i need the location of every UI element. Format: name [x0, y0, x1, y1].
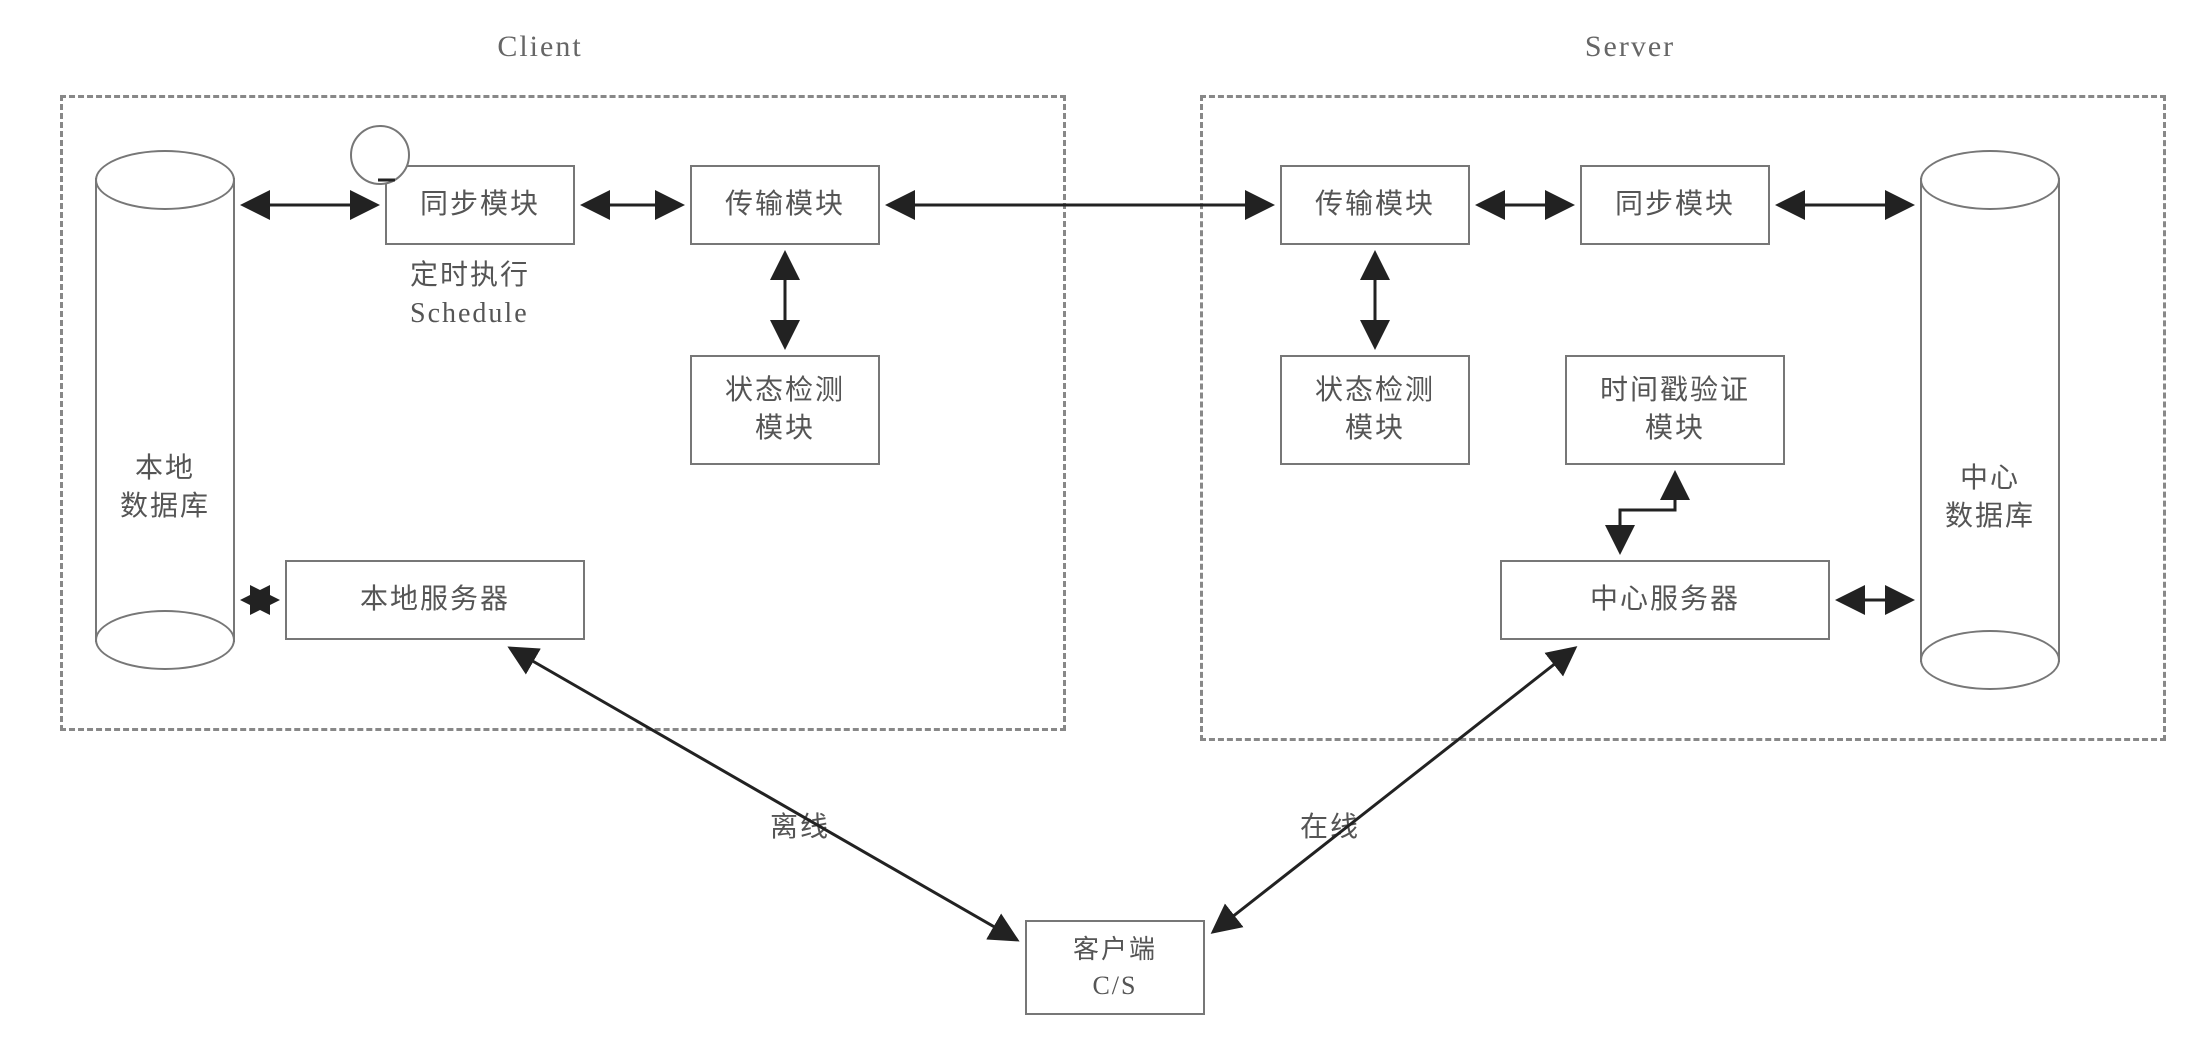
server-sync-label: 同步模块 [1615, 186, 1735, 224]
server-timestamp-label: 时间戳验证模块 [1600, 372, 1750, 448]
server-transport-label: 传输模块 [1315, 186, 1435, 224]
title-client: Client [440, 30, 640, 64]
server-status-label: 状态检测模块 [1315, 372, 1435, 448]
bottom-cs-label: C/S [1073, 968, 1157, 1003]
server-center-label: 中心服务器 [1590, 581, 1740, 619]
schedule-circle-icon [350, 125, 410, 185]
title-server: Server [1530, 30, 1730, 64]
server-db-cylinder: 中心数据库 [1920, 150, 2060, 690]
client-db-label: 本地数据库 [95, 450, 235, 526]
server-sync-box: 同步模块 [1580, 165, 1770, 245]
client-local-server-label: 本地服务器 [360, 581, 510, 619]
client-status-box: 状态检测模块 [690, 355, 880, 465]
diagram-canvas: Client Server 本地数据库 同步模块 定时执行 Schedule 传… [0, 0, 2209, 1053]
client-sync-box: 同步模块 [385, 165, 575, 245]
client-transport-label: 传输模块 [725, 186, 845, 224]
client-transport-box: 传输模块 [690, 165, 880, 245]
server-center-box: 中心服务器 [1500, 560, 1830, 640]
schedule-label-cn: 定时执行 [410, 258, 530, 294]
server-timestamp-box: 时间戳验证模块 [1565, 355, 1785, 465]
server-db-label: 中心数据库 [1920, 460, 2060, 536]
client-status-label: 状态检测模块 [725, 372, 845, 448]
bottom-client-label: 客户端 [1073, 932, 1157, 967]
client-local-server-box: 本地服务器 [285, 560, 585, 640]
schedule-label-en: Schedule [410, 296, 529, 332]
client-db-cylinder: 本地数据库 [95, 150, 235, 670]
bottom-client-box: 客户端 C/S [1025, 920, 1205, 1015]
server-status-box: 状态检测模块 [1280, 355, 1470, 465]
server-transport-box: 传输模块 [1280, 165, 1470, 245]
edge-online-label: 在线 [1300, 810, 1360, 846]
client-sync-label: 同步模块 [420, 186, 540, 224]
edge-offline-label: 离线 [770, 810, 830, 846]
